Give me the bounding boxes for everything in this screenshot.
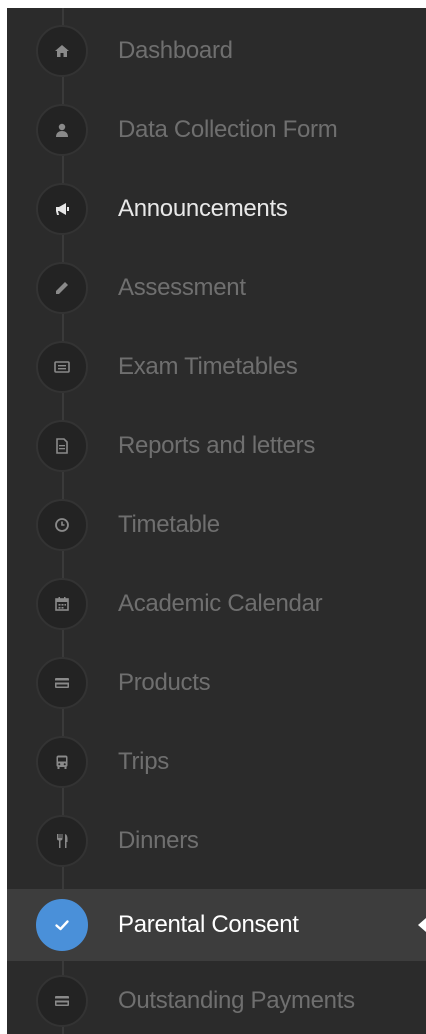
user-icon	[36, 103, 88, 156]
sidebar-item-label: Assessment	[118, 273, 246, 301]
sidebar-item-dinners[interactable]: Dinners	[7, 801, 426, 880]
sidebar-item-label: Outstanding Payments	[118, 986, 355, 1014]
sidebar-item-data-collection-form[interactable]: Data Collection Form	[7, 90, 426, 169]
list-icon	[36, 340, 88, 393]
sidebar-item-label: Dashboard	[118, 36, 233, 64]
sidebar-item-academic-calendar[interactable]: Academic Calendar	[7, 564, 426, 643]
sidebar-item-reports-and-letters[interactable]: Reports and letters	[7, 406, 426, 485]
sidebar-item-label: Reports and letters	[118, 431, 316, 459]
sidebar-item-label: Products	[118, 668, 211, 696]
sidebar-item-trips[interactable]: Trips	[7, 722, 426, 801]
sidebar-item-timetable[interactable]: Timetable	[7, 485, 426, 564]
sidebar-item-announcements[interactable]: Announcements	[7, 169, 426, 248]
bus-icon	[36, 735, 88, 788]
sidebar-item-label: Announcements	[118, 194, 288, 222]
sidebar-nav: Dashboard Data Collection Form Announcem…	[7, 8, 426, 1034]
credit-card-icon	[36, 974, 88, 1027]
sidebar-item-outstanding-payments[interactable]: Outstanding Payments	[7, 961, 426, 1034]
home-icon	[36, 24, 88, 77]
sidebar-item-label: Data Collection Form	[118, 115, 338, 143]
check-icon	[36, 899, 88, 951]
sidebar-item-label: Trips	[118, 747, 169, 775]
sidebar-item-label: Timetable	[118, 510, 220, 538]
clock-icon	[36, 498, 88, 551]
sidebar-item-label: Parental Consent	[118, 911, 299, 938]
sidebar-item-assessment[interactable]: Assessment	[7, 248, 426, 327]
calendar-icon	[36, 577, 88, 630]
sidebar-item-parental-consent[interactable]: Parental Consent	[7, 889, 426, 961]
sidebar-item-label: Dinners	[118, 826, 199, 854]
sidebar-item-label: Exam Timetables	[118, 352, 298, 380]
megaphone-icon	[36, 182, 88, 235]
document-icon	[36, 419, 88, 472]
credit-card-icon	[36, 656, 88, 709]
active-indicator-caret	[418, 918, 426, 932]
pencil-icon	[36, 261, 88, 314]
sidebar-item-label: Academic Calendar	[118, 589, 323, 617]
sidebar-item-exam-timetables[interactable]: Exam Timetables	[7, 327, 426, 406]
sidebar-item-dashboard[interactable]: Dashboard	[7, 11, 426, 90]
cutlery-icon	[36, 814, 88, 867]
sidebar-item-products[interactable]: Products	[7, 643, 426, 722]
